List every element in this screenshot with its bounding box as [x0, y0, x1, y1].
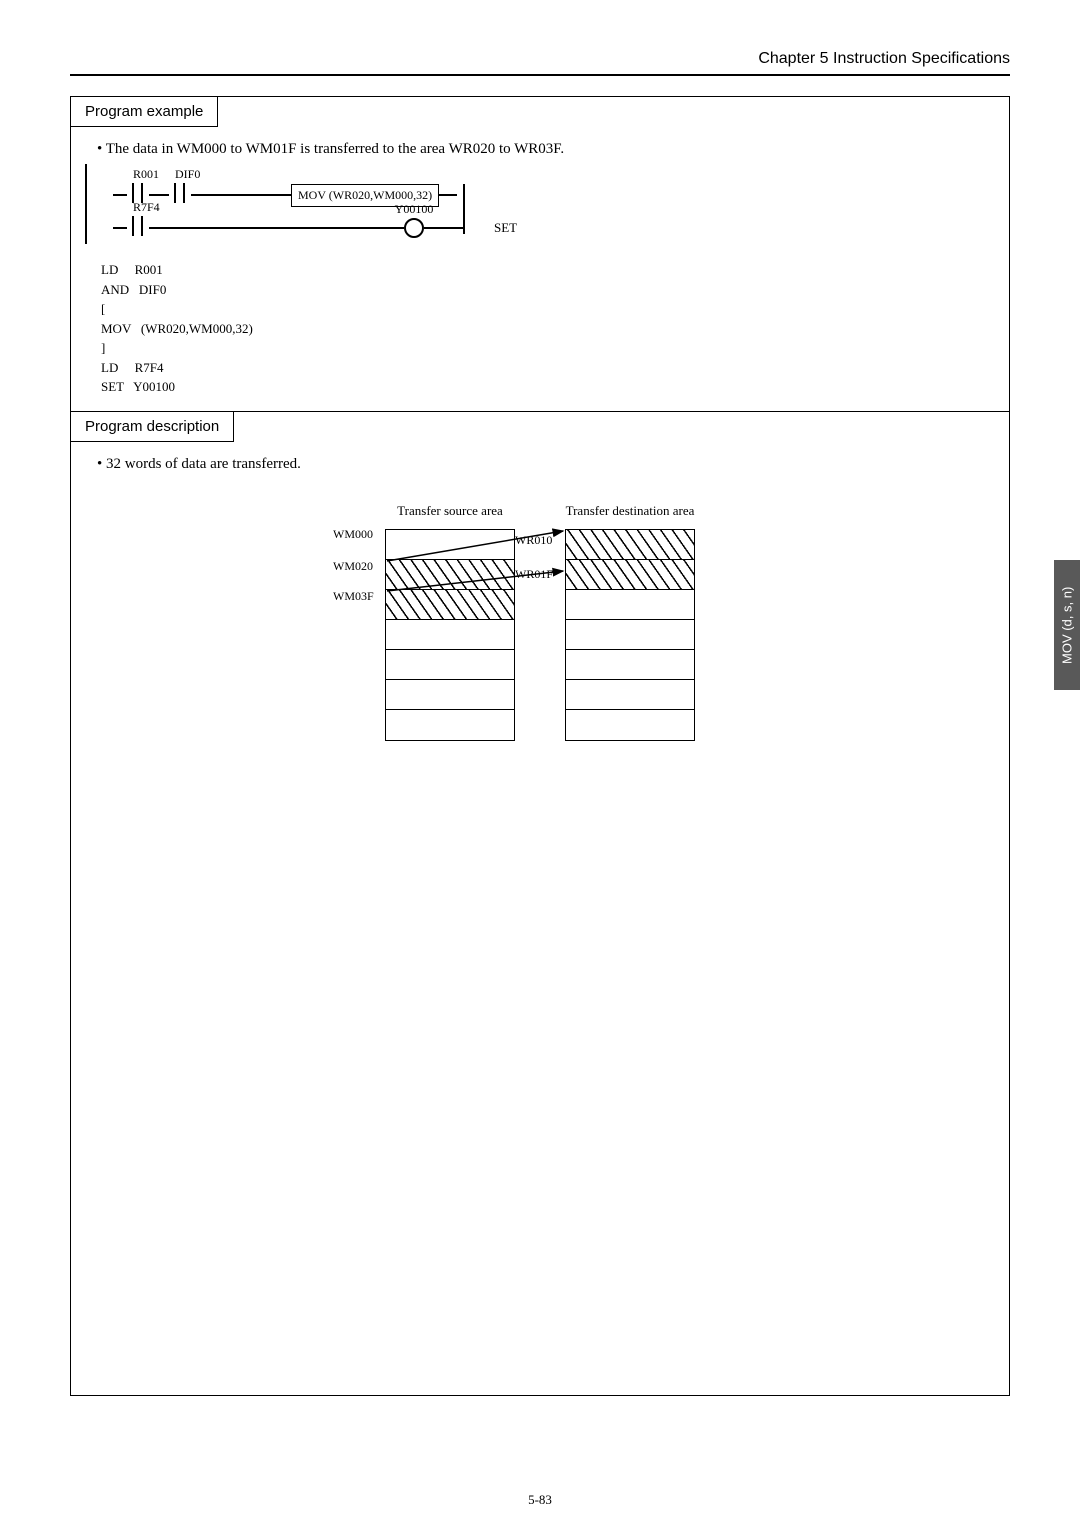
source-title: Transfer source area [385, 503, 515, 519]
dest-box [565, 529, 695, 741]
wire [113, 227, 127, 229]
wire [424, 227, 464, 229]
contact-label: R001 [133, 167, 159, 182]
example-bullet: The data in WM000 to WM01F is transferre… [71, 127, 1009, 164]
ladder-row-2: R7F4 Y00100 SET [99, 210, 909, 246]
mnemonic-line: ] [101, 340, 105, 355]
content-frame: Program example The data in WM000 to WM0… [70, 96, 1010, 1396]
mnemonic-listing: LD R001 AND DIF0 [ MOV (WR020,WM000,32) … [71, 250, 1009, 411]
source-column: Transfer source area WM000 WM020 WM03F [385, 503, 515, 741]
side-tab: MOV (d, s, n) [1054, 560, 1080, 690]
mem-cell-source-transfer-bot [386, 590, 514, 620]
source-box [385, 529, 515, 741]
mem-cell [386, 530, 514, 560]
contact-label: R7F4 [133, 200, 160, 215]
contact-dif0: DIF0 [169, 183, 191, 208]
mem-cell [566, 620, 694, 650]
left-rail [85, 164, 87, 244]
ladder-row-1: R001 DIF0 MOV (WR020,WM000,32) [99, 174, 909, 210]
coil-y00100: Y00100 [404, 218, 424, 238]
dest-title: Transfer destination area [565, 503, 695, 519]
mnemonic-line: LD R7F4 [101, 360, 163, 375]
mem-cell [386, 680, 514, 710]
mem-cell [566, 590, 694, 620]
mem-label-wm03f: WM03F [333, 589, 374, 604]
wire [113, 194, 127, 196]
mem-cell [386, 650, 514, 680]
program-example-title: Program example [71, 97, 218, 127]
mnemonic-line: AND DIF0 [101, 282, 166, 297]
mem-cell [386, 710, 514, 740]
mem-cell [566, 650, 694, 680]
contact-label: DIF0 [175, 167, 200, 182]
page-header: Chapter 5 Instruction Specifications [70, 50, 1010, 76]
mem-cell-dest-top [566, 530, 694, 560]
set-label: SET [494, 220, 517, 236]
mem-cell [566, 680, 694, 710]
page-footer: 5-83 [0, 1492, 1080, 1508]
mem-label-wm020: WM020 [333, 559, 373, 574]
contact-icon [127, 216, 149, 236]
desc-bullet: 32 words of data are transferred. [71, 442, 1009, 479]
dest-column: Transfer destination area WR010 WR01F [565, 503, 695, 741]
mem-label-wm000: WM000 [333, 527, 373, 542]
program-description-title: Program description [71, 412, 234, 442]
mnemonic-line: [ [101, 301, 105, 316]
mem-cell-source-transfer-top [386, 560, 514, 590]
coil-icon [404, 218, 424, 238]
mem-cell [386, 620, 514, 650]
wire [149, 194, 169, 196]
mnemonic-line: MOV (WR020,WM000,32) [101, 321, 253, 336]
wire [439, 194, 457, 196]
contact-r7f4: R7F4 [127, 216, 149, 241]
wire [149, 227, 404, 229]
mnemonic-line: SET Y00100 [101, 379, 175, 394]
mem-cell [566, 710, 694, 740]
wire [191, 194, 291, 196]
memory-diagram: Transfer source area WM000 WM020 WM03F T… [71, 479, 1009, 765]
mnemonic-line: LD R001 [101, 262, 163, 277]
ladder-diagram: R001 DIF0 MOV (WR020,WM000,32) R7F4 Y001… [71, 164, 1009, 250]
coil-label: Y00100 [395, 202, 434, 217]
contact-icon [169, 183, 191, 203]
transfer-arrows-icon [505, 527, 575, 587]
mem-cell-dest-bot [566, 560, 694, 590]
